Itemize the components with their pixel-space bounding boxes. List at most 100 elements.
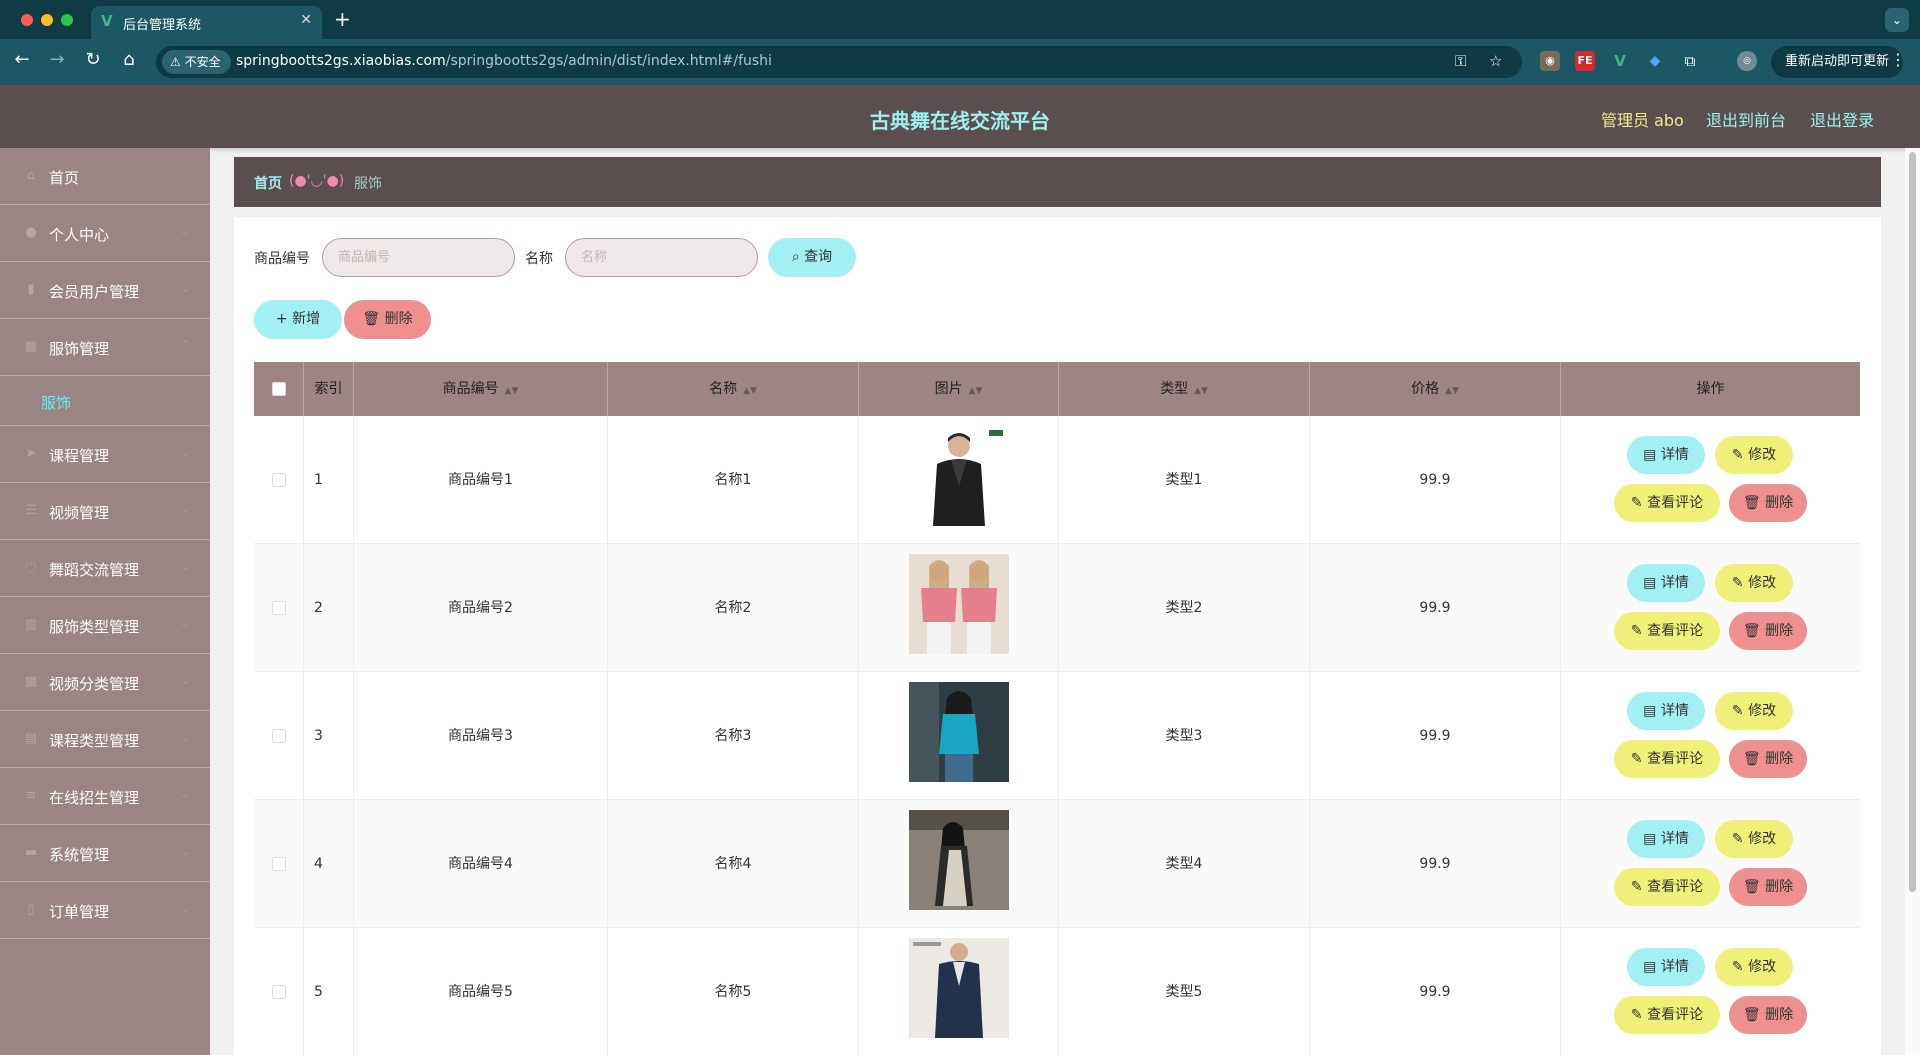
delete-button[interactable]: 🗑 删除 [1729, 996, 1807, 1034]
detail-button-label: 详情 [1660, 959, 1689, 975]
extensions-puzzle-icon[interactable]: ⧉ [1680, 51, 1700, 71]
product-thumbnail[interactable] [909, 426, 1009, 526]
code-search-input[interactable] [322, 238, 515, 277]
back-to-front-link[interactable]: 退出到前台 [1706, 107, 1786, 131]
sidebar-item-label: 在线招生管理 [49, 789, 140, 807]
edit-button[interactable]: ✎ 修改 [1715, 820, 1793, 858]
sidebar-item-apparel[interactable]: ▦ 服饰管理 ⌃ [0, 319, 210, 376]
delete-button-label: 删除 [1765, 623, 1794, 639]
edit-button[interactable]: ✎ 修改 [1715, 436, 1793, 474]
edit-button[interactable]: ✎ 修改 [1715, 564, 1793, 602]
view-reviews-button[interactable]: ✎ 查看评论 [1614, 868, 1720, 906]
profile-avatar[interactable]: ◎ [1737, 51, 1757, 71]
breadcrumb-home[interactable]: 首页 [254, 173, 282, 193]
extension-fe-icon[interactable]: FE [1575, 51, 1595, 71]
row-checkbox[interactable] [272, 985, 286, 999]
code-cell: 商品编号5 [354, 928, 608, 1055]
reload-icon[interactable]: ↻ [81, 49, 105, 70]
scrollbar-thumb[interactable] [1909, 152, 1916, 892]
sidebar-item-orders[interactable]: ▯ 订单管理 ⌄ [0, 882, 210, 939]
sort-icon[interactable]: ▲▼ [1445, 386, 1459, 396]
column-header-price[interactable]: 价格 ▲▼ [1310, 362, 1561, 416]
column-header-code[interactable]: 商品编号 ▲▼ [354, 362, 608, 416]
sidebar-item-home[interactable]: ⌂ 首页 [0, 148, 210, 205]
edit-pen-icon: ✎ [1731, 447, 1744, 463]
detail-button[interactable]: ▤ 详情 [1627, 564, 1705, 602]
sort-icon[interactable]: ▲▼ [743, 386, 757, 396]
relaunch-update-button[interactable]: 重新启动即可更新 [1771, 46, 1904, 78]
sidebar-item-video-categories[interactable]: ▩ 视频分类管理 ⌄ [0, 654, 210, 711]
edit-button[interactable]: ✎ 修改 [1715, 948, 1793, 986]
row-select-cell [254, 544, 304, 672]
delete-button[interactable]: 🗑 删除 [1729, 740, 1807, 778]
bulk-delete-button[interactable]: 🗑 删除 [344, 300, 431, 339]
sidebar-item-videos[interactable]: ☰ 视频管理 ⌄ [0, 483, 210, 540]
row-checkbox[interactable] [272, 729, 286, 743]
delete-button[interactable]: 🗑 删除 [1729, 484, 1807, 522]
minimize-window-dot[interactable] [41, 14, 53, 26]
trash-icon: 🗑 [1742, 623, 1761, 639]
row-checkbox[interactable] [272, 857, 286, 871]
sidebar-item-dance-exchange[interactable]: ◌ 舞蹈交流管理 ⌄ [0, 540, 210, 597]
sidebar-item-courses[interactable]: ➤ 课程管理 ⌄ [0, 426, 210, 483]
tab-close-icon[interactable]: ✕ [300, 12, 312, 28]
view-reviews-button[interactable]: ✎ 查看评论 [1614, 612, 1720, 650]
row-checkbox[interactable] [272, 473, 286, 487]
column-header-type[interactable]: 类型 ▲▼ [1059, 362, 1310, 416]
sidebar-subitem-apparel[interactable]: 服饰 [0, 376, 210, 426]
add-button[interactable]: + 新增 [254, 300, 342, 339]
page-scrollbar[interactable] [1905, 148, 1920, 1055]
address-bar[interactable]: ⚠ 不安全 springbootts2gs.xiaobias.com/sprin… [156, 46, 1522, 78]
sidebar-item-system[interactable]: ▬ 系统管理 ⌄ [0, 825, 210, 882]
column-header-name[interactable]: 名称 ▲▼ [608, 362, 859, 416]
delete-button[interactable]: 🗑 删除 [1729, 612, 1807, 650]
product-thumbnail[interactable] [909, 810, 1009, 910]
name-search-input[interactable] [565, 238, 758, 277]
select-all-checkbox[interactable] [272, 382, 286, 396]
insecure-badge[interactable]: ⚠ 不安全 [162, 50, 231, 74]
name-cell: 名称5 [608, 928, 859, 1055]
extension-owl-icon[interactable]: ◉ [1540, 51, 1560, 71]
extension-vue-icon[interactable]: V [1610, 51, 1630, 71]
sidebar-item-course-types[interactable]: ▤ 课程类型管理 ⌄ [0, 711, 210, 768]
forward-icon[interactable]: → [45, 49, 69, 70]
tab-search-chevron-icon[interactable]: ⌄ [1885, 8, 1909, 32]
row-checkbox[interactable] [272, 601, 286, 615]
delete-button[interactable]: 🗑 删除 [1729, 868, 1807, 906]
product-thumbnail[interactable] [909, 938, 1009, 1038]
sidebar-item-profile[interactable]: ● 个人中心 ⌄ [0, 205, 210, 262]
sort-icon[interactable]: ▲▼ [505, 386, 519, 396]
view-reviews-button[interactable]: ✎ 查看评论 [1614, 484, 1720, 522]
logout-link[interactable]: 退出登录 [1810, 107, 1874, 131]
column-header-image[interactable]: 图片 ▲▼ [859, 362, 1059, 416]
detail-button[interactable]: ▤ 详情 [1627, 692, 1705, 730]
browser-tab[interactable]: V 后台管理系统 ✕ [91, 6, 322, 39]
detail-button[interactable]: ▤ 详情 [1627, 436, 1705, 474]
edit-button[interactable]: ✎ 修改 [1715, 692, 1793, 730]
sort-icon[interactable]: ▲▼ [969, 386, 983, 396]
detail-button[interactable]: ▤ 详情 [1627, 820, 1705, 858]
password-key-icon[interactable]: ⚿ [1455, 52, 1466, 70]
product-thumbnail[interactable] [909, 682, 1009, 782]
product-thumbnail[interactable] [909, 554, 1009, 654]
query-button[interactable]: ⌕ 查询 [768, 238, 856, 277]
view-reviews-button[interactable]: ✎ 查看评论 [1614, 740, 1720, 778]
sidebar-item-members[interactable]: ▮ 会员用户管理 ⌄ [0, 262, 210, 319]
browser-menu-icon[interactable]: ⋮ [1890, 50, 1906, 69]
sidebar-item-apparel-types[interactable]: ▥ 服饰类型管理 ⌄ [0, 597, 210, 654]
name-cell: 名称4 [608, 800, 859, 928]
zoom-window-dot[interactable] [61, 14, 73, 26]
close-window-dot[interactable] [21, 14, 33, 26]
bookmark-star-icon[interactable]: ☆ [1489, 52, 1502, 70]
type-cell: 类型4 [1059, 800, 1310, 928]
new-tab-icon[interactable]: + [334, 7, 351, 31]
sidebar-item-enrollment[interactable]: ≡ 在线招生管理 ⌄ [0, 768, 210, 825]
extension-gem-icon[interactable]: ◆ [1645, 51, 1665, 71]
sort-icon[interactable]: ▲▼ [1194, 386, 1208, 396]
image-cell [859, 544, 1059, 672]
url-text[interactable]: springbootts2gs.xiaobias.com/springboott… [236, 53, 772, 69]
view-reviews-button[interactable]: ✎ 查看评论 [1614, 996, 1720, 1034]
home-browser-icon[interactable]: ⌂ [117, 49, 141, 70]
detail-button[interactable]: ▤ 详情 [1627, 948, 1705, 986]
back-icon[interactable]: ← [10, 49, 34, 70]
